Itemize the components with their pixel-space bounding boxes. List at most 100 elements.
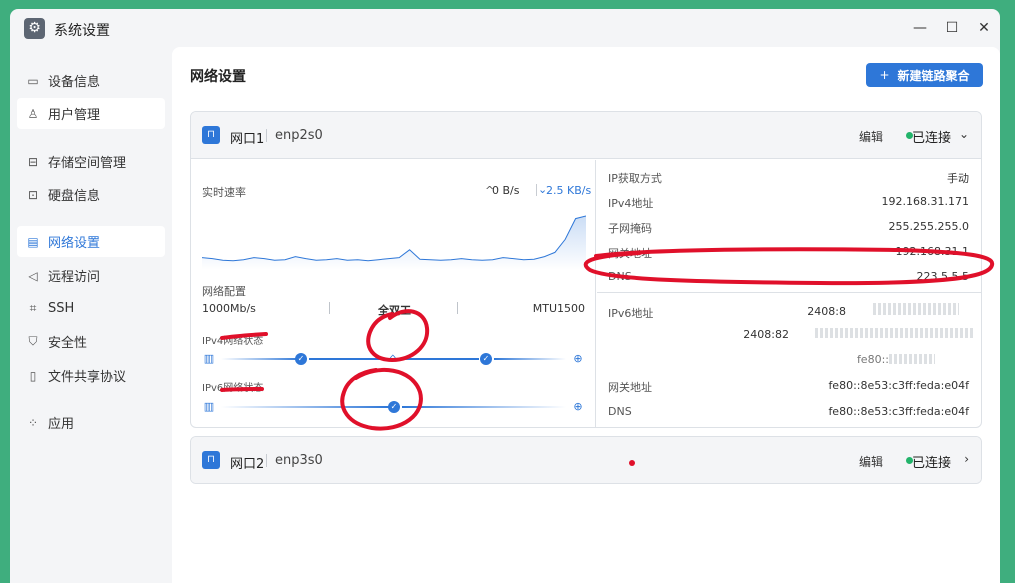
- minimize-button[interactable]: —: [908, 17, 932, 39]
- ipv6-address-value-2: 2408:82: [743, 328, 789, 341]
- network-icon: ▤: [27, 234, 39, 249]
- device-icon: ▥: [203, 400, 215, 413]
- subnet-mask-value: 255.255.255.0: [888, 220, 969, 233]
- device-icon: ▥: [203, 352, 215, 365]
- file-icon: ▯: [29, 368, 37, 383]
- redacted-area: [873, 303, 959, 315]
- ipv6-address-value-3: fe80::: [856, 353, 889, 366]
- monitor-icon: ▭: [27, 73, 39, 88]
- maximize-button[interactable]: ☐: [940, 17, 964, 39]
- apps-icon: ⁘: [27, 415, 39, 430]
- header-divider: [266, 129, 267, 142]
- ipv4-address-label: IPv4地址: [608, 197, 654, 210]
- config-divider: [457, 302, 458, 314]
- sidebar-item-remote-access[interactable]: ◁ 远程访问: [17, 260, 165, 291]
- speed-divider: [536, 184, 537, 196]
- gateway-label: 网关地址: [608, 247, 652, 260]
- duplex-mode: 全双工: [378, 304, 411, 317]
- ip-mode-value: 手动: [947, 172, 969, 185]
- port2-header[interactable]: ⊓ 网口2 enp3s0 编辑 已连接 ›: [191, 437, 981, 483]
- new-link-aggregation-button[interactable]: + 新建链路聚合: [866, 63, 983, 87]
- sidebar-item-label: 设备信息: [48, 75, 101, 90]
- ipv6-dns-label: DNS: [608, 405, 632, 418]
- disk-icon: ⊡: [27, 187, 39, 202]
- sidebar-item-security[interactable]: ⛉ 安全性: [17, 326, 165, 357]
- send-icon: ◁: [28, 268, 38, 283]
- port2-card: ⊓ 网口2 enp3s0 编辑 已连接 ›: [190, 436, 982, 484]
- gear-icon: ⚙: [24, 18, 45, 39]
- port2-edit-button[interactable]: 编辑: [859, 453, 883, 470]
- main-panel: 网络设置 + 新建链路聚合 ⊓ 网口1 enp2s0 编辑 已连接 ⌄ 实时速率…: [172, 47, 1000, 583]
- ipv6-track: [221, 406, 389, 408]
- sidebar-item-label: 安全性: [48, 336, 88, 351]
- ipv6-address-value: 2408:8: [807, 305, 846, 318]
- ipv6-gateway-label: 网关地址: [608, 381, 652, 394]
- port1-collapse-chevron-icon[interactable]: ⌄: [959, 127, 969, 141]
- settings-window: ⚙ 系统设置 — ☐ ✕ ▭ 设备信息 ♙ 用户管理 ⊟ 存储空间管理 ⊡ 硬盘…: [10, 9, 1000, 583]
- sidebar-item-ssh[interactable]: ⌗ SSH: [17, 293, 165, 324]
- port1-name: 网口1: [230, 132, 265, 147]
- redacted-area: [889, 354, 935, 364]
- ip-section-divider: [597, 292, 981, 293]
- ipv6-track: [402, 406, 566, 408]
- dns-label: DNS: [608, 270, 632, 283]
- sidebar-item-label: 文件共享协议: [48, 370, 127, 385]
- window-title: 系统设置: [54, 23, 110, 39]
- speed-chart: [202, 215, 586, 270]
- plus-icon: +: [879, 68, 890, 82]
- user-icon: ♙: [27, 106, 39, 121]
- upload-speed: 0 B/s: [492, 184, 520, 197]
- sidebar-item-label: 用户管理: [48, 108, 101, 123]
- ipv6-gateway-value: fe80::8e53:c3ff:feda:e04f: [828, 379, 969, 392]
- new-link-aggregation-label: 新建链路聚合: [897, 68, 970, 83]
- port2-device: enp3s0: [275, 453, 323, 468]
- ipv6-status-label: IPv6网络状态: [202, 383, 264, 394]
- realtime-speed-label: 实时速率: [202, 186, 246, 199]
- sidebar-item-disks[interactable]: ⊡ 硬盘信息: [17, 179, 165, 210]
- sidebar-item-label: 远程访问: [48, 270, 101, 285]
- sidebar-item-network[interactable]: ▤ 网络设置: [17, 226, 165, 257]
- ipv4-status-label: IPv4网络状态: [202, 336, 264, 347]
- sidebar-item-storage[interactable]: ⊟ 存储空间管理: [17, 146, 165, 177]
- port1-header[interactable]: ⊓ 网口1 enp2s0 编辑 已连接 ⌄: [191, 112, 981, 159]
- check-icon: ✓: [295, 353, 307, 365]
- ethernet-port-icon: ⊓: [202, 451, 220, 469]
- sidebar-item-label: 网络设置: [48, 236, 101, 251]
- port2-name: 网口2: [230, 457, 265, 472]
- sidebar-item-file-sharing[interactable]: ▯ 文件共享协议: [17, 360, 165, 391]
- globe-icon: ⊕: [573, 400, 583, 413]
- check-icon: ✓: [480, 353, 492, 365]
- shield-icon: ⛉: [28, 334, 38, 348]
- storage-icon: ⊟: [27, 154, 39, 169]
- sidebar-item-apps[interactable]: ⁘ 应用: [17, 407, 165, 438]
- ipv4-track: [309, 358, 381, 360]
- port2-status: 已连接: [911, 456, 951, 471]
- download-speed: 2.5 KB/s: [546, 184, 592, 197]
- port1-device: enp2s0: [275, 128, 323, 143]
- network-config-label: 网络配置: [202, 285, 246, 298]
- subnet-mask-label: 子网掩码: [608, 222, 652, 235]
- link-speed: 1000Mb/s: [202, 302, 256, 315]
- sidebar-item-users[interactable]: ♙ 用户管理: [17, 98, 165, 129]
- sidebar-item-device-info[interactable]: ▭ 设备信息: [17, 65, 165, 96]
- code-icon: ⌗: [29, 301, 37, 315]
- port1-ip-pane: IP获取方式 手动 IPv4地址 192.168.31.171 子网掩码 255…: [597, 160, 981, 427]
- page-title: 网络设置: [190, 69, 246, 85]
- ipv6-address-label: IPv6地址: [608, 307, 654, 320]
- header-divider: [266, 454, 267, 467]
- port1-edit-button[interactable]: 编辑: [859, 128, 883, 145]
- sidebar-item-label: 存储空间管理: [48, 156, 127, 171]
- port1-status: 已连接: [911, 131, 951, 146]
- dns-value: 223.5.5.5: [916, 270, 969, 283]
- ipv4-track: [403, 358, 479, 360]
- sidebar-item-label: 应用: [48, 417, 75, 432]
- port2-expand-chevron-icon[interactable]: ›: [964, 452, 969, 466]
- port1-stats-pane: 实时速率 ^ 0 B/s ⌄ 2.5 KB/s 网络配置 1000Mb/s 全双…: [191, 160, 596, 427]
- config-divider: [329, 302, 330, 314]
- sidebar-item-label: SSH: [48, 301, 75, 316]
- ipv4-track: [221, 358, 301, 360]
- port1-card: ⊓ 网口1 enp2s0 编辑 已连接 ⌄ 实时速率 ^ 0 B/s ⌄ 2.5…: [190, 111, 982, 428]
- ipv4-track: [494, 358, 566, 360]
- sidebar: ▭ 设备信息 ♙ 用户管理 ⊟ 存储空间管理 ⊡ 硬盘信息 ▤ 网络设置 ◁ 远…: [10, 47, 172, 583]
- close-button[interactable]: ✕: [972, 17, 996, 39]
